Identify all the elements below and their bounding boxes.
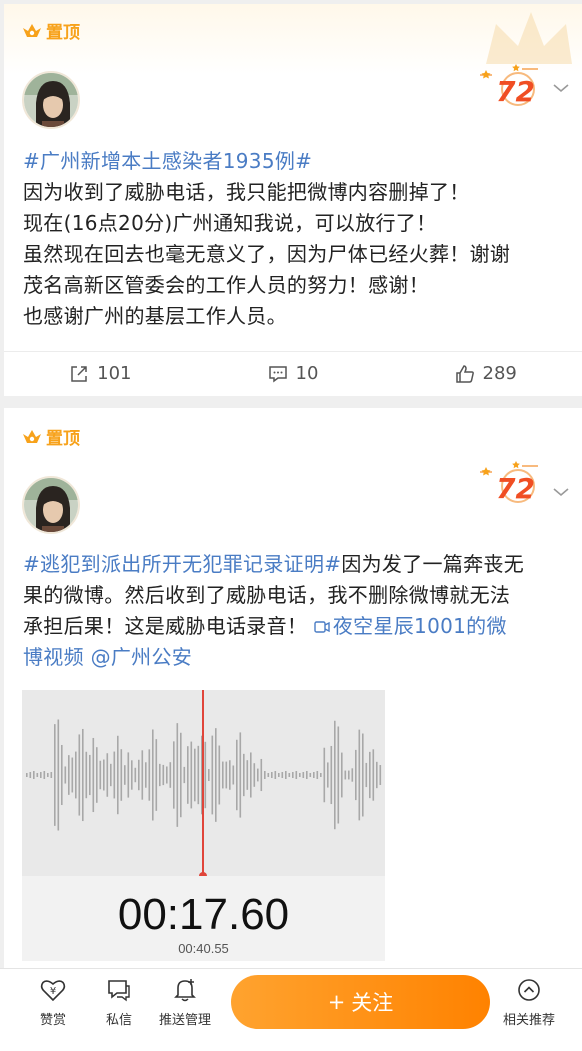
avatar[interactable] [22, 71, 80, 129]
svg-text:72: 72 [496, 75, 535, 107]
bottom-action-bar: ¥ 赞赏 私信 推送管理 + 关注 相关推荐 [0, 968, 582, 1051]
post-line: 承担后果！这是威胁电话录音！ [23, 614, 314, 638]
video-link-label: 夜空星辰1001的微 [332, 614, 507, 638]
like-button[interactable]: 289 [389, 352, 582, 395]
video-link[interactable]: 夜空星辰1001的微 [314, 614, 507, 638]
level-72-badge-icon: 72 [480, 64, 538, 107]
message-icon [108, 980, 130, 1002]
follow-label: 关注 [351, 991, 394, 1015]
weibo-profile-page: 置顶 72 #广州新增本土感染者1935例# 因为收到了威胁电话，我只能把微博内… [0, 0, 582, 1051]
post-line: 果的微博。然后收到了威胁电话，我不删除微博就无法 [23, 583, 511, 607]
pinned-badge: 置顶 [22, 18, 80, 43]
follow-button[interactable]: + 关注 [231, 975, 490, 1029]
related-label: 相关推荐 [502, 1013, 555, 1028]
push-settings-label: 推送管理 [158, 1013, 211, 1028]
post-line: 因为发了一篇奔丧无 [341, 552, 525, 576]
push-settings-button[interactable]: 推送管理 [150, 977, 220, 1028]
avatar-image [24, 478, 78, 532]
post-text-1: #广州新增本土感染者1935例# 因为收到了威胁电话，我只能把微博内容删掉了！ … [23, 146, 566, 332]
post-card-1[interactable]: 置顶 72 #广州新增本土感染者1935例# 因为收到了威胁电话，我只能把微博内… [4, 4, 582, 396]
comment-icon [268, 365, 287, 382]
pinned-label: 置顶 [46, 23, 80, 43]
pin-crown-icon [23, 23, 41, 37]
chevron-up-circle-icon [518, 979, 540, 1001]
pinned-badge: 置顶 [22, 424, 80, 449]
waveform-area [22, 690, 385, 880]
video-icon [314, 621, 330, 633]
reward-label: 赞赏 [39, 1013, 66, 1028]
related-recommend-button[interactable]: 相关推荐 [494, 977, 564, 1028]
post-line: 也感谢广州的基层工作人员。 [23, 304, 287, 328]
svg-text:72: 72 [496, 472, 535, 504]
avatar-image [24, 73, 78, 127]
reward-heart-icon: ¥ [40, 980, 66, 1002]
message-label: 私信 [105, 1013, 132, 1028]
recording-duration: 00:40.55 [178, 941, 229, 956]
chevron-down-icon[interactable] [552, 486, 570, 498]
voice-recording-media[interactable]: 00:17.60 00:40.55 [22, 690, 385, 961]
chevron-down-icon[interactable] [552, 82, 570, 94]
repost-count: 101 [97, 363, 132, 384]
card-separator [0, 396, 582, 408]
post-card-2[interactable]: 置顶 72 #逃犯到派出所开无犯罪记录证明#因为发了一篇奔丧无 果的微博。然后收… [4, 408, 582, 1051]
post-line: 因为收到了威胁电话，我只能把微博内容删掉了！ [23, 180, 470, 204]
thumbs-up-icon [455, 364, 474, 383]
follow-plus-icon: + [327, 990, 346, 1014]
recording-timer: 00:17.60 [117, 890, 290, 939]
like-count: 289 [482, 363, 517, 384]
post-line: 茂名高新区管委会的工作人员的努力！感谢！ [23, 273, 429, 297]
post-text-2: #逃犯到派出所开无犯罪记录证明#因为发了一篇奔丧无 果的微博。然后收到了威胁电话… [23, 549, 566, 673]
post-line: 现在(16点20分)广州通知我说，可以放行了！ [23, 211, 437, 235]
level-72-badge-icon: 72 [480, 461, 538, 504]
repost-icon [71, 365, 87, 382]
comment-button[interactable]: 10 [197, 352, 390, 395]
post-line: 虽然现在回去也毫无意义了，因为尸体已经火葬！谢谢 [23, 242, 511, 266]
pin-crown-icon [23, 429, 41, 443]
repost-button[interactable]: 101 [4, 352, 197, 395]
bell-plus-icon [174, 979, 196, 1002]
hashtag-link[interactable]: #逃犯到派出所开无犯罪记录证明# [23, 552, 341, 576]
message-button[interactable]: 私信 [84, 977, 154, 1028]
reward-button[interactable]: ¥ 赞赏 [18, 977, 88, 1028]
hashtag-link[interactable]: #广州新增本土感染者1935例# [23, 146, 566, 177]
svg-text:¥: ¥ [50, 986, 56, 997]
waveform-graphic [26, 690, 382, 880]
post-actions-1: 101 10 289 [4, 351, 582, 395]
video-link-continued[interactable]: 博视频 [23, 645, 84, 669]
mention-link[interactable]: @广州公安 [91, 645, 193, 669]
avatar[interactable] [22, 476, 80, 534]
pinned-label: 置顶 [46, 429, 80, 449]
comment-count: 10 [295, 363, 319, 384]
